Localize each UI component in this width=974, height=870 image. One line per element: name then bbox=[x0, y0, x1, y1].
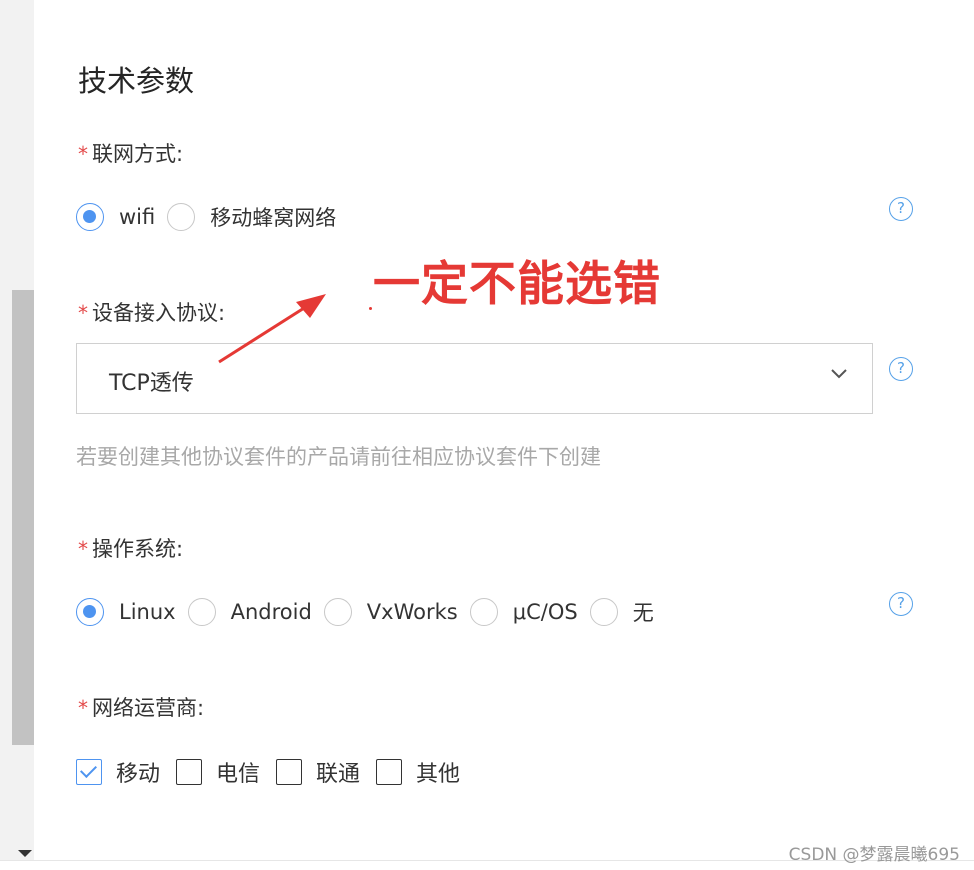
checkbox-unicom[interactable] bbox=[276, 759, 303, 785]
carrier-option-other[interactable]: 其他 bbox=[376, 756, 476, 788]
checkbox-label: 其他 bbox=[416, 762, 461, 787]
carrier-label-text: 网络运营商: bbox=[92, 696, 205, 720]
os-label: * 操作系统: bbox=[78, 533, 183, 563]
annotation-dot bbox=[369, 307, 372, 310]
checkbox-label: 移动 bbox=[116, 762, 161, 787]
radio-none[interactable] bbox=[589, 598, 618, 626]
watermark: CSDN @梦露晨曦695 bbox=[788, 845, 960, 865]
os-radio-group: Linux Android VxWorks μC/OS 无 bbox=[76, 597, 666, 627]
checkbox-other[interactable] bbox=[376, 759, 403, 785]
carrier-option-mobile[interactable]: 移动 bbox=[76, 756, 176, 788]
os-option-none[interactable]: 无 bbox=[589, 597, 666, 627]
checkbox-mobile[interactable] bbox=[76, 759, 102, 785]
carrier-option-telecom[interactable]: 电信 bbox=[176, 756, 276, 788]
radio-vxworks[interactable] bbox=[323, 598, 352, 626]
help-icon-os[interactable]: ? bbox=[889, 592, 913, 616]
os-option-ucos[interactable]: μC/OS bbox=[469, 598, 590, 626]
carrier-label: * 网络运营商: bbox=[78, 692, 204, 722]
radio-android[interactable] bbox=[187, 598, 216, 626]
annotation-text: 一定不能选错 bbox=[373, 257, 661, 312]
checkbox-label: 电信 bbox=[216, 762, 261, 787]
radio-label: 无 bbox=[632, 601, 654, 625]
required-mark: * bbox=[78, 696, 88, 720]
carrier-option-unicom[interactable]: 联通 bbox=[276, 756, 376, 788]
annotation-arrow-icon bbox=[218, 294, 326, 364]
checkbox-label: 联通 bbox=[316, 762, 361, 787]
carrier-checkbox-group: 移动 电信 联通 其他 bbox=[76, 756, 476, 788]
radio-label: VxWorks bbox=[366, 600, 458, 624]
os-option-vxworks[interactable]: VxWorks bbox=[323, 598, 470, 626]
radio-linux[interactable] bbox=[76, 598, 104, 626]
radio-label: Android bbox=[230, 600, 312, 624]
os-option-linux[interactable]: Linux bbox=[76, 598, 188, 626]
required-mark: * bbox=[78, 537, 88, 561]
os-label-text: 操作系统: bbox=[92, 537, 184, 561]
checkbox-telecom[interactable] bbox=[176, 759, 203, 785]
radio-label: Linux bbox=[119, 600, 176, 624]
radio-ucos[interactable] bbox=[469, 598, 498, 626]
radio-label: μC/OS bbox=[512, 600, 578, 624]
os-option-android[interactable]: Android bbox=[187, 598, 324, 626]
